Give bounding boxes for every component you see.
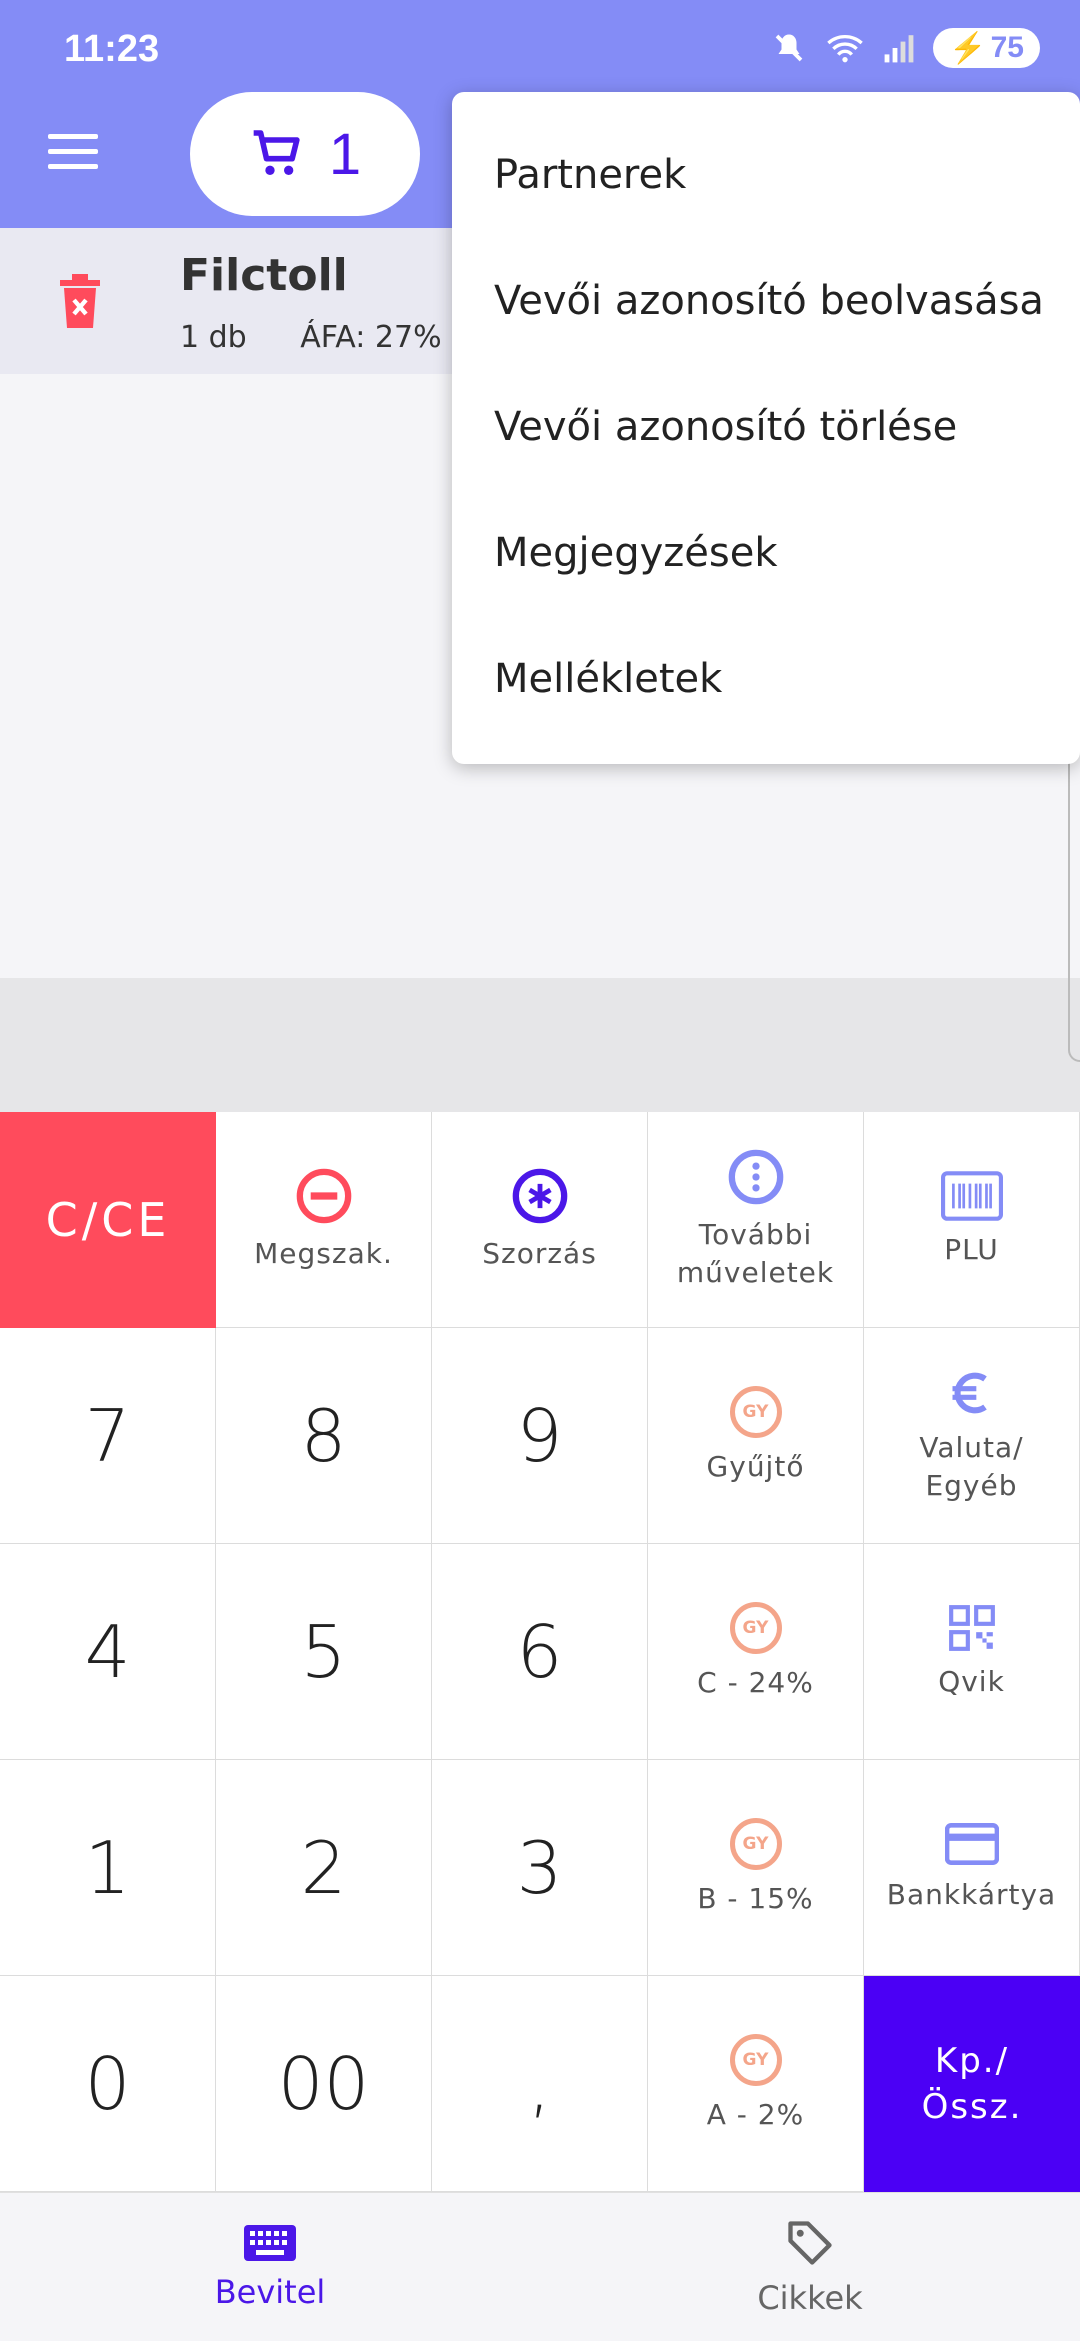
cart-icon (253, 130, 300, 175)
tab-cikkek[interactable]: Cikkek (540, 2193, 1080, 2341)
plu-label: PLU (944, 1232, 999, 1266)
more-vertical-icon (728, 1149, 783, 1204)
vat-b-button[interactable]: GY B - 15% (648, 1760, 864, 1976)
wifi-icon (827, 35, 864, 63)
keyboard-icon (244, 2225, 296, 2261)
comma-key[interactable]: , (432, 1976, 648, 2192)
digit-00[interactable]: 00 (216, 1976, 432, 2192)
multiply-label: Szorzás (482, 1236, 597, 1270)
digit-2[interactable]: 2 (216, 1760, 432, 1976)
vat-c-button[interactable]: GY C - 24% (648, 1544, 864, 1760)
menu-item-scan-customer-id[interactable]: Vevői azonosító beolvasása (452, 238, 1080, 364)
tab-bevitel[interactable]: Bevitel (0, 2193, 540, 2341)
more-operations-label: További műveletek (676, 1217, 835, 1289)
plu-button[interactable]: PLU (864, 1112, 1080, 1328)
qvik-label: Qvik (938, 1664, 1005, 1698)
status-time: 11:23 (64, 28, 160, 70)
vat-b-label: B - 15% (697, 1881, 814, 1915)
battery-level: 75 (990, 31, 1024, 64)
digit-5[interactable]: 5 (216, 1544, 432, 1760)
menu-item-partnerek[interactable]: Partnerek (452, 112, 1080, 238)
digit-4[interactable]: 4 (0, 1544, 216, 1760)
gy-badge-icon: GY (729, 1385, 782, 1438)
tab-cikkek-label: Cikkek (757, 2279, 863, 2317)
overflow-menu: Partnerek Vevői azonosító beolvasása Vev… (452, 92, 1080, 764)
multiply-button[interactable]: Szorzás (432, 1112, 648, 1328)
gy-badge-icon: GY (729, 1817, 782, 1870)
minus-circle-icon (296, 1168, 351, 1223)
digit-8[interactable]: 8 (216, 1328, 432, 1544)
digit-6[interactable]: 6 (432, 1544, 648, 1760)
delete-item-icon[interactable] (56, 274, 104, 330)
digit-0[interactable]: 0 (0, 1976, 216, 2192)
qvik-button[interactable]: Qvik (864, 1544, 1080, 1760)
asterisk-circle-icon (512, 1168, 567, 1223)
gy-badge-icon: GY (729, 2033, 782, 2086)
menu-line (48, 149, 98, 154)
tab-bevitel-label: Bevitel (214, 2273, 326, 2311)
menu-item-notes[interactable]: Megjegyzések (452, 490, 1080, 616)
edge-panel-handle[interactable] (1068, 722, 1080, 1062)
keypad: C/CE Megszak. Szorzás További műveletek P… (0, 1112, 1080, 2192)
gy-badge-icon: GY (729, 1601, 782, 1654)
vat-a-label: A - 2% (706, 2097, 805, 2131)
clear-button[interactable]: C/CE (0, 1112, 216, 1328)
item-meta: 1 db ÁFA: 27% (180, 320, 486, 355)
collector-button[interactable]: GY Gyűjtő (648, 1328, 864, 1544)
barcode-icon (940, 1170, 1003, 1221)
euro-icon (952, 1372, 987, 1413)
cash-total-line2: Össz. (921, 2087, 1023, 2127)
menu-line (48, 164, 98, 169)
cart-count: 1 (328, 121, 362, 187)
qr-code-icon (948, 1604, 995, 1651)
item-name: Filctoll (180, 250, 348, 301)
item-quantity: 1 db (180, 320, 247, 355)
bank-card-label: Bankkártya (886, 1877, 1057, 1911)
summary-band (0, 978, 1080, 1112)
more-operations-button[interactable]: További műveletek (648, 1112, 864, 1328)
digit-7[interactable]: 7 (0, 1328, 216, 1544)
mute-icon (775, 34, 803, 62)
currency-label: Valuta/Egyéb (919, 1430, 1024, 1502)
bank-card-button[interactable]: Bankkártya (864, 1760, 1080, 1976)
menu-item-attachments[interactable]: Mellékletek (452, 616, 1080, 742)
bottom-navigation: Bevitel Cikkek (0, 2192, 1080, 2341)
collector-label: Gyűjtő (706, 1449, 805, 1483)
bolt-icon: ⚡ (949, 31, 987, 65)
cash-total-line1: Kp./ (934, 2041, 1010, 2081)
item-vat: ÁFA: 27% (300, 320, 442, 355)
menu-line (48, 134, 98, 139)
cash-total-button[interactable]: Kp./ Össz. (864, 1976, 1080, 2192)
cancel-label: Megszak. (254, 1236, 393, 1270)
signal-icon (884, 35, 914, 63)
vat-a-button[interactable]: GY A - 2% (648, 1976, 864, 2192)
vat-c-label: C - 24% (697, 1665, 814, 1699)
digit-9[interactable]: 9 (432, 1328, 648, 1544)
menu-item-delete-customer-id[interactable]: Vevői azonosító törlése (452, 364, 1080, 490)
battery-indicator: ⚡ 75 (933, 28, 1040, 68)
digit-1[interactable]: 1 (0, 1760, 216, 1976)
tag-icon (788, 2221, 832, 2265)
status-icons: ⚡ 75 (771, 28, 1040, 68)
cart-button[interactable]: 1 (190, 92, 420, 216)
digit-3[interactable]: 3 (432, 1760, 648, 1976)
currency-button[interactable]: Valuta/Egyéb (864, 1328, 1080, 1544)
cancel-button[interactable]: Megszak. (216, 1112, 432, 1328)
menu-button[interactable] (48, 134, 98, 174)
credit-card-icon (944, 1822, 999, 1865)
